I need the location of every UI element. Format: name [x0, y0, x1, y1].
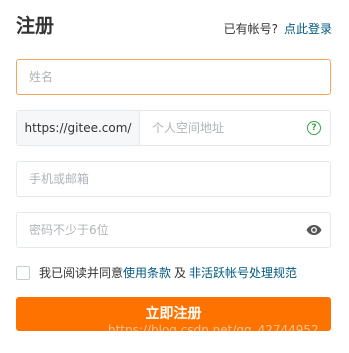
phone-email-field: [16, 161, 331, 197]
password-input[interactable]: [17, 213, 330, 247]
name-field: [16, 59, 331, 95]
watermark: https://blog.csdn.net/qq_42744952: [108, 323, 319, 337]
question-circle-icon[interactable]: ?: [307, 121, 321, 135]
eye-icon[interactable]: [306, 224, 322, 236]
inactive-policy-link[interactable]: 非活跃帐号处理规范: [189, 265, 297, 281]
agreement-row: 我已阅读并同意 使用条款 及 非活跃帐号处理规范: [16, 265, 297, 281]
login-link[interactable]: 点此登录: [284, 22, 332, 36]
agreement-text: 我已阅读并同意: [39, 266, 124, 280]
password-field: [16, 212, 331, 248]
name-input[interactable]: [17, 60, 330, 94]
agree-checkbox[interactable]: [16, 266, 30, 280]
url-prefix: https://gitee.com/: [17, 111, 140, 145]
login-hint: 已有帐号? 点此登录: [224, 20, 332, 38]
have-account-text: 已有帐号?: [223, 22, 278, 36]
phone-email-input[interactable]: [17, 162, 330, 196]
terms-link[interactable]: 使用条款: [123, 265, 171, 281]
personal-space-field: https://gitee.com/ ?: [16, 110, 331, 146]
agreement-and: 及: [174, 266, 187, 280]
personal-space-input[interactable]: [140, 111, 300, 145]
page-title: 注册: [16, 15, 55, 37]
